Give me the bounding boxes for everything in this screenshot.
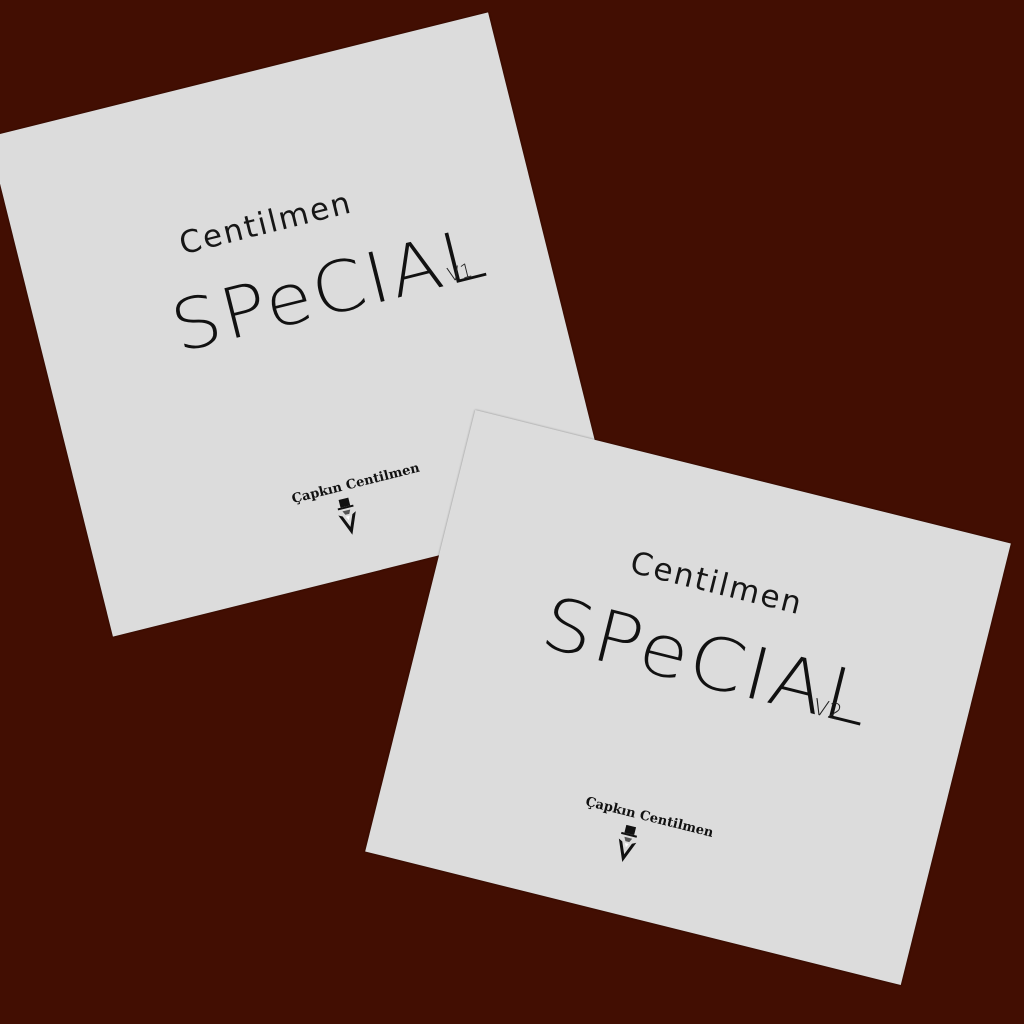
gentleman-top-hat-icon [618, 824, 638, 862]
gentleman-top-hat-icon [337, 497, 356, 535]
album-cover-v2: Centilmen SPeCIAL V2 Çapkın Centilmen [365, 409, 1011, 986]
brand-name: Çapkın Centilmen [583, 794, 715, 841]
brand-name: Çapkın Centilmen [290, 460, 422, 508]
